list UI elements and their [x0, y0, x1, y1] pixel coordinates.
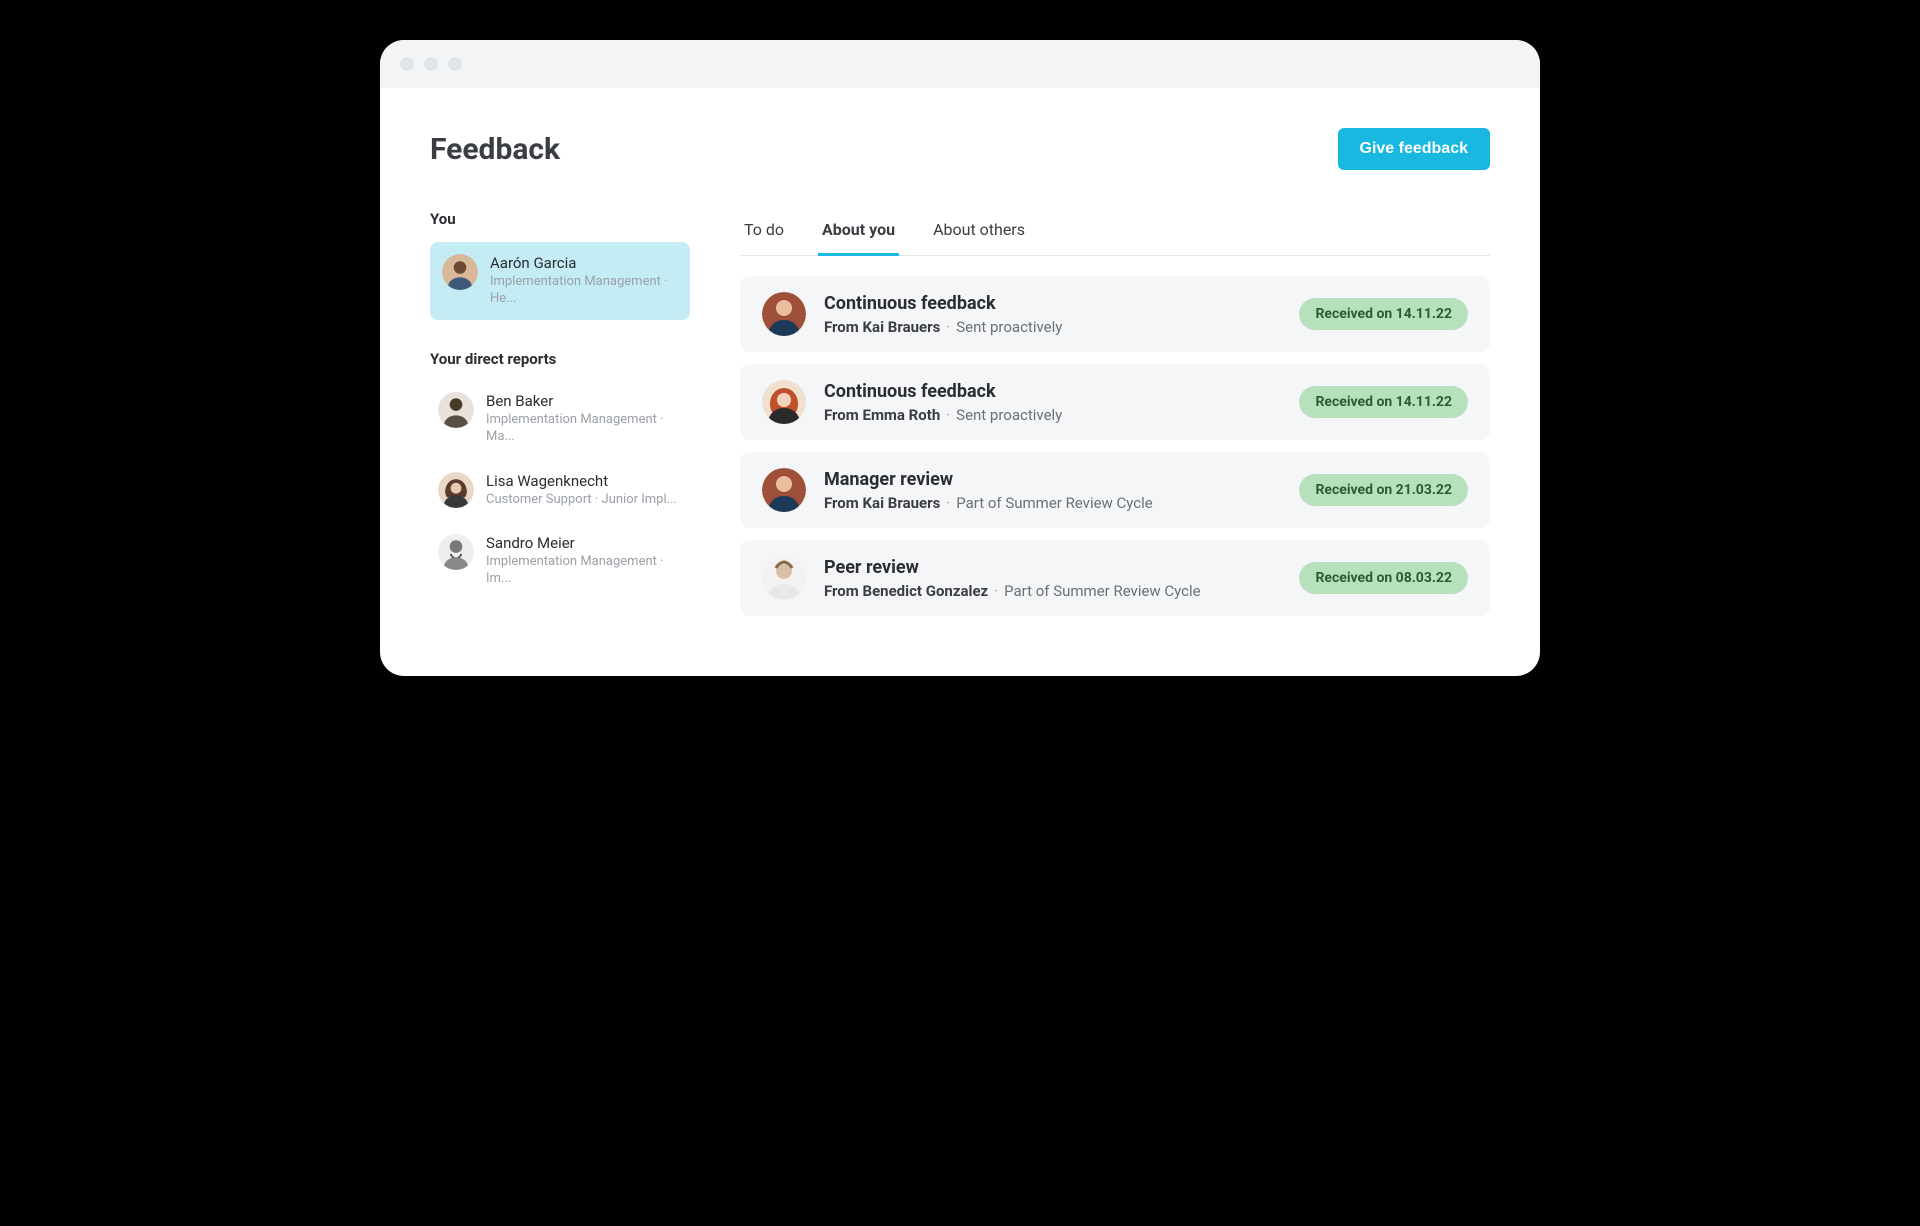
sidebar-section-you-label: You: [430, 210, 690, 228]
window-minimize-icon[interactable]: [424, 57, 438, 71]
window-titlebar: [380, 40, 1540, 88]
feedback-text: Manager review From Kai Brauers·Part of …: [824, 469, 1281, 512]
tabs: To do About you About others: [740, 210, 1490, 256]
feedback-subtitle: From Benedict Gonzalez·Part of Summer Re…: [824, 582, 1281, 600]
person-meta: Implementation Management · Ma...: [486, 412, 682, 446]
feedback-item[interactable]: Peer review From Benedict Gonzalez·Part …: [740, 540, 1490, 616]
avatar: [762, 292, 806, 336]
person-info: Ben Baker Implementation Management · Ma…: [486, 392, 682, 446]
feedback-subtitle: From Kai Brauers·Part of Summer Review C…: [824, 494, 1281, 512]
feedback-item[interactable]: Continuous feedback From Emma Roth·Sent …: [740, 364, 1490, 440]
feedback-subtitle: From Emma Roth·Sent proactively: [824, 406, 1281, 424]
window-maximize-icon[interactable]: [448, 57, 462, 71]
feedback-title: Peer review: [824, 557, 1281, 578]
avatar: [442, 254, 478, 290]
direct-reports-list: Ben Baker Implementation Management · Ma…: [430, 382, 690, 598]
avatar: [762, 468, 806, 512]
avatar: [438, 472, 474, 508]
page-content: Feedback Give feedback You Aarón Garcia …: [380, 88, 1540, 676]
person-info: Aarón Garcia Implementation Management ·…: [490, 254, 678, 308]
tab-about-you[interactable]: About you: [818, 210, 899, 256]
sidebar-item-report[interactable]: Ben Baker Implementation Management · Ma…: [430, 382, 690, 456]
sidebar-item-report[interactable]: Lisa Wagenknecht Customer Support · Juni…: [430, 462, 690, 519]
person-meta: Customer Support · Junior Impl...: [486, 492, 677, 509]
page-header: Feedback Give feedback: [430, 128, 1490, 170]
feedback-text: Peer review From Benedict Gonzalez·Part …: [824, 557, 1281, 600]
sidebar-item-you[interactable]: Aarón Garcia Implementation Management ·…: [430, 242, 690, 320]
app-window: Feedback Give feedback You Aarón Garcia …: [380, 40, 1540, 676]
avatar: [438, 534, 474, 570]
person-name: Aarón Garcia: [490, 254, 678, 272]
status-badge: Received on 08.03.22: [1299, 562, 1468, 594]
main-columns: You Aarón Garcia Implementation Manageme…: [430, 210, 1490, 616]
feedback-subtitle: From Kai Brauers·Sent proactively: [824, 318, 1281, 336]
status-badge: Received on 21.03.22: [1299, 474, 1468, 506]
sidebar-section-reports-label: Your direct reports: [430, 350, 690, 368]
feedback-text: Continuous feedback From Kai Brauers·Sen…: [824, 293, 1281, 336]
avatar: [438, 392, 474, 428]
feedback-item[interactable]: Continuous feedback From Kai Brauers·Sen…: [740, 276, 1490, 352]
person-name: Ben Baker: [486, 392, 682, 410]
tab-todo[interactable]: To do: [740, 210, 788, 256]
sidebar: You Aarón Garcia Implementation Manageme…: [430, 210, 690, 616]
person-name: Lisa Wagenknecht: [486, 472, 677, 490]
person-name: Sandro Meier: [486, 534, 682, 552]
avatar: [762, 556, 806, 600]
feedback-title: Continuous feedback: [824, 381, 1281, 402]
window-close-icon[interactable]: [400, 57, 414, 71]
feedback-list: Continuous feedback From Kai Brauers·Sen…: [740, 276, 1490, 616]
status-badge: Received on 14.11.22: [1299, 386, 1468, 418]
person-info: Lisa Wagenknecht Customer Support · Juni…: [486, 472, 677, 509]
main-panel: To do About you About others Continuous …: [740, 210, 1490, 616]
page-title: Feedback: [430, 132, 560, 167]
feedback-text: Continuous feedback From Emma Roth·Sent …: [824, 381, 1281, 424]
avatar: [762, 380, 806, 424]
feedback-item[interactable]: Manager review From Kai Brauers·Part of …: [740, 452, 1490, 528]
tab-about-others[interactable]: About others: [929, 210, 1029, 256]
give-feedback-button[interactable]: Give feedback: [1338, 128, 1491, 170]
status-badge: Received on 14.11.22: [1299, 298, 1468, 330]
person-meta: Implementation Management · He...: [490, 274, 678, 308]
person-meta: Implementation Management · Im...: [486, 554, 682, 588]
feedback-title: Continuous feedback: [824, 293, 1281, 314]
person-info: Sandro Meier Implementation Management ·…: [486, 534, 682, 588]
feedback-title: Manager review: [824, 469, 1281, 490]
sidebar-item-report[interactable]: Sandro Meier Implementation Management ·…: [430, 524, 690, 598]
